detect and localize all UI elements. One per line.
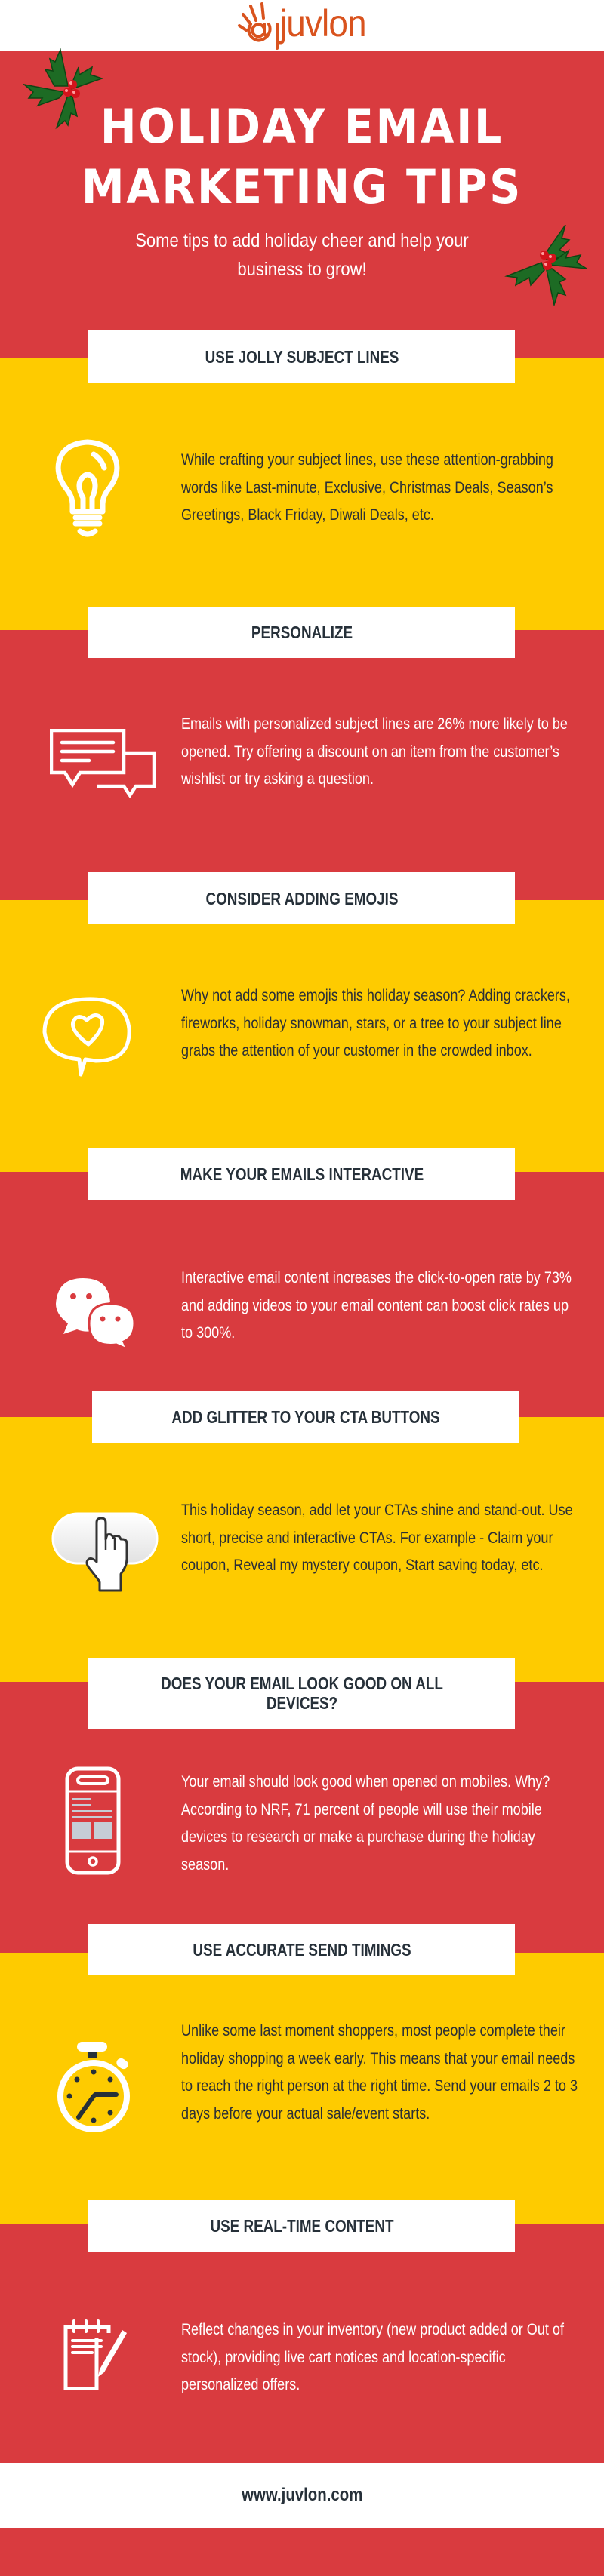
tip-heading: USE ACCURATE SEND TIMINGS bbox=[192, 1940, 411, 1960]
tip-heading: USE JOLLY SUBJECT LINES bbox=[205, 346, 399, 367]
hero-subtitle: Some tips to add holiday cheer and help … bbox=[135, 230, 469, 280]
tip-text: Your email should look good when opened … bbox=[181, 1773, 550, 1874]
tip-text: Why not add some emojis this holiday sea… bbox=[181, 987, 570, 1059]
tip-heading: PERSONALIZE bbox=[251, 622, 353, 642]
heart-bubble-icon bbox=[42, 997, 131, 1077]
tip-text: This holiday season, add let your CTAs s… bbox=[181, 1502, 573, 1574]
hero-title: HOLIDAY EMAIL MARKETING TIPS bbox=[24, 97, 580, 217]
logo-bar: juvlon bbox=[0, 0, 604, 51]
tip-heading: DOES YOUR EMAIL LOOK GOOD ON ALL DEVICES… bbox=[160, 1674, 443, 1713]
lightbulb-icon bbox=[55, 439, 120, 537]
tip-heading-box: DOES YOUR EMAIL LOOK GOOD ON ALL DEVICES… bbox=[88, 1658, 515, 1729]
mobile-phone-icon bbox=[65, 1766, 121, 1875]
tip-text: While crafting your subject lines, use t… bbox=[181, 451, 553, 524]
cta-button-cursor-icon bbox=[51, 1512, 159, 1592]
tip-heading: CONSIDER ADDING EMOJIS bbox=[205, 888, 398, 908]
tip-heading-box: USE ACCURATE SEND TIMINGS bbox=[88, 1924, 515, 1975]
hero-title-line-2: MARKETING TIPS bbox=[81, 159, 523, 214]
speech-bubbles-icon bbox=[50, 729, 156, 799]
hero-title-line-1: HOLIDAY EMAIL bbox=[100, 99, 504, 154]
tip-heading-box: MAKE YOUR EMAILS INTERACTIVE bbox=[88, 1148, 515, 1200]
tip-text: Interactive email content increases the … bbox=[181, 1269, 572, 1342]
tip-heading: ADD GLITTER TO YOUR CTA BUTTONS bbox=[171, 1406, 440, 1427]
website-link[interactable]: www.juvlon.com bbox=[242, 2485, 362, 2506]
footer-url: www.juvlon.com bbox=[0, 2463, 604, 2528]
holly-icon bbox=[504, 224, 587, 306]
tip-heading: MAKE YOUR EMAILS INTERACTIVE bbox=[180, 1164, 424, 1184]
tip-text: Unlike some last moment shoppers, most p… bbox=[181, 2022, 578, 2123]
juvlon-logo[interactable]: juvlon bbox=[236, 2, 375, 50]
tip-text: Emails with personalized subject lines a… bbox=[181, 715, 568, 788]
tip-heading: USE REAL-TIME CONTENT bbox=[209, 2216, 394, 2236]
logo-text: juvlon bbox=[279, 2, 367, 45]
notepad-pencil-icon bbox=[63, 2319, 127, 2390]
footer-bottom-band bbox=[0, 2528, 604, 2576]
stopwatch-icon bbox=[57, 2042, 130, 2132]
tip-heading-box: PERSONALIZE bbox=[88, 607, 515, 658]
tip-heading-box: USE REAL-TIME CONTENT bbox=[88, 2200, 515, 2252]
tip-text: Reflect changes in your inventory (new p… bbox=[181, 2321, 564, 2393]
chat-icon bbox=[56, 1278, 136, 1349]
tip-heading-box: CONSIDER ADDING EMOJIS bbox=[88, 872, 515, 924]
tip-heading-box: USE JOLLY SUBJECT LINES bbox=[88, 330, 515, 383]
tip-heading-box: ADD GLITTER TO YOUR CTA BUTTONS bbox=[92, 1391, 519, 1443]
